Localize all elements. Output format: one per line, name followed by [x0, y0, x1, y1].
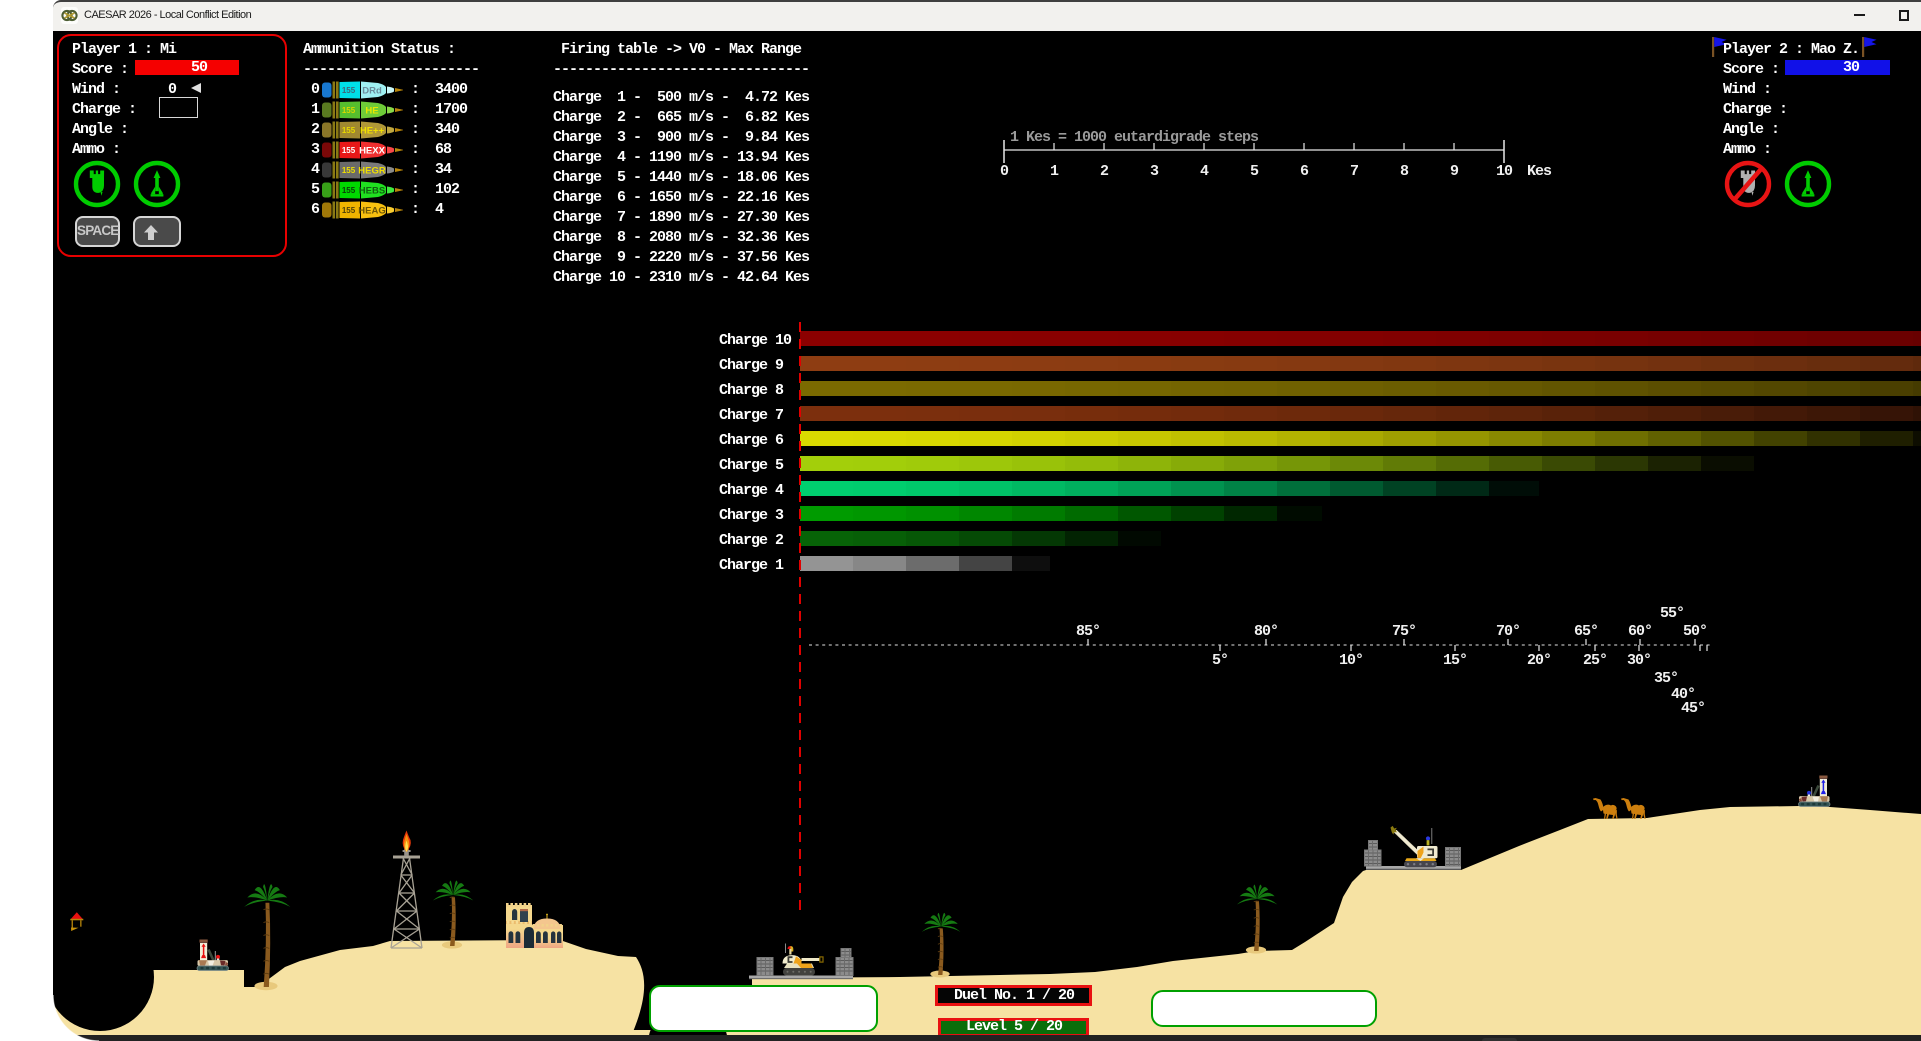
svg-text:155: 155 [342, 146, 356, 155]
svg-text:20°: 20° [1527, 652, 1551, 669]
svg-text:Kes: Kes [1527, 163, 1552, 180]
svg-text:155: 155 [342, 86, 356, 95]
svg-text:15°: 15° [1443, 652, 1467, 669]
svg-text:DRd: DRd [362, 86, 382, 97]
svg-text:55°: 55° [1660, 605, 1684, 622]
svg-text:HE: HE [365, 106, 378, 117]
svg-text:5°: 5° [1212, 652, 1228, 669]
svg-text:1: 1 [1050, 163, 1059, 180]
svg-text:HEXX: HEXX [359, 146, 386, 157]
svg-text:85°: 85° [1076, 623, 1100, 640]
svg-text:4: 4 [1200, 163, 1209, 180]
svg-text:30°: 30° [1627, 652, 1651, 669]
svg-text:155: 155 [342, 206, 356, 215]
svg-text:155: 155 [342, 186, 356, 195]
svg-text:155: 155 [342, 106, 356, 115]
svg-text:2: 2 [1100, 163, 1109, 180]
svg-text:5: 5 [1250, 163, 1259, 180]
svg-text:3: 3 [1150, 163, 1159, 180]
svg-text:75°: 75° [1392, 623, 1416, 640]
svg-text:35°: 35° [1654, 670, 1678, 687]
svg-text:10°: 10° [1339, 652, 1363, 669]
svg-text:8: 8 [1400, 163, 1409, 180]
svg-text:155: 155 [342, 166, 356, 175]
svg-text:HE++: HE++ [360, 126, 385, 137]
svg-text:60°: 60° [1628, 623, 1652, 640]
svg-text:6: 6 [1300, 163, 1309, 180]
svg-text:0: 0 [1000, 163, 1009, 180]
svg-text:HEAG: HEAG [358, 206, 385, 217]
svg-text:7: 7 [1350, 163, 1358, 180]
svg-text:80°: 80° [1254, 623, 1278, 640]
svg-text:50°: 50° [1683, 623, 1707, 640]
svg-text:70°: 70° [1496, 623, 1520, 640]
svg-text:155: 155 [342, 126, 356, 135]
svg-text:10: 10 [1496, 163, 1513, 180]
svg-text:25°: 25° [1583, 652, 1607, 669]
svg-text:HEGR: HEGR [358, 166, 386, 177]
svg-text:65°: 65° [1574, 623, 1598, 640]
svg-text:9: 9 [1450, 163, 1459, 180]
svg-text:45°: 45° [1681, 700, 1705, 717]
svg-text:HEBS: HEBS [359, 186, 385, 197]
